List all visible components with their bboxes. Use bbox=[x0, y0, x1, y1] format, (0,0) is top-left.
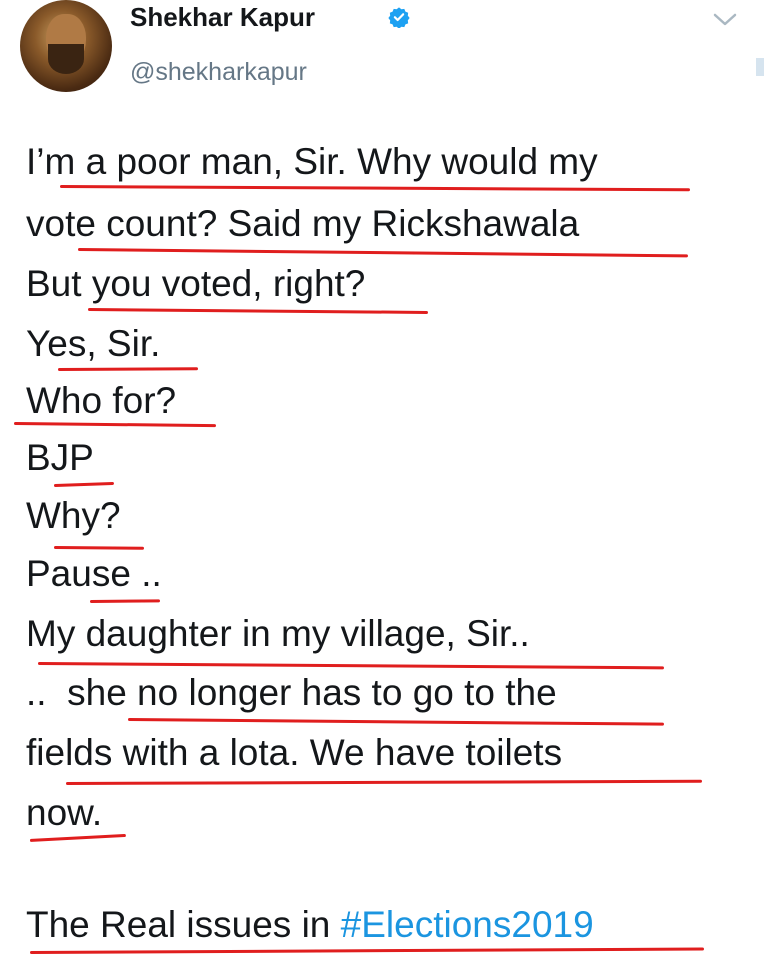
underline-annotation bbox=[65, 779, 703, 785]
underline-annotation bbox=[89, 599, 161, 603]
tweet-line: My daughter in my village, Sir.. bbox=[26, 613, 530, 654]
tweet-line: vote count? Said my Rickshawala bbox=[26, 203, 580, 244]
tweet-line: BJP bbox=[26, 437, 94, 478]
underline-annotation bbox=[77, 248, 688, 258]
verified-badge-icon bbox=[388, 7, 410, 28]
avatar-beard bbox=[48, 44, 84, 74]
tweet-closing-line: The Real issues in #Elections2019 bbox=[26, 903, 594, 947]
underline-annotation bbox=[59, 185, 690, 192]
chevron-down-icon[interactable] bbox=[712, 12, 738, 28]
closing-text: The Real issues in bbox=[26, 904, 341, 945]
underline-annotation bbox=[87, 308, 429, 314]
underline-annotation bbox=[127, 718, 664, 726]
underline-annotation bbox=[53, 481, 115, 487]
tweet-line: Who for? bbox=[26, 380, 177, 421]
scroll-indicator bbox=[756, 58, 764, 76]
tweet-line: .. she no longer has to go to the bbox=[26, 672, 557, 713]
tweet-line: Pause .. bbox=[26, 553, 162, 594]
underline-annotation bbox=[53, 546, 145, 550]
tweet-line: fields with a lota. We have toilets bbox=[26, 732, 563, 773]
hashtag-link[interactable]: #Elections2019 bbox=[341, 904, 594, 945]
author-name[interactable]: Shekhar Kapur bbox=[130, 2, 315, 33]
underline-annotation bbox=[57, 367, 199, 371]
tweet-line: Yes, Sir. bbox=[26, 323, 161, 364]
tweet-line: I’m a poor man, Sir. Why would my bbox=[26, 141, 598, 182]
tweet-line: now. bbox=[26, 792, 103, 833]
underline-annotation bbox=[29, 833, 126, 842]
tweet-line: Why? bbox=[26, 495, 121, 536]
author-handle[interactable]: @shekharkapur bbox=[130, 58, 307, 87]
underline-annotation bbox=[29, 947, 704, 954]
underline-annotation bbox=[37, 662, 664, 670]
underline-annotation bbox=[13, 422, 217, 428]
tweet-line: But you voted, right? bbox=[26, 263, 366, 304]
author-avatar[interactable] bbox=[20, 0, 112, 92]
